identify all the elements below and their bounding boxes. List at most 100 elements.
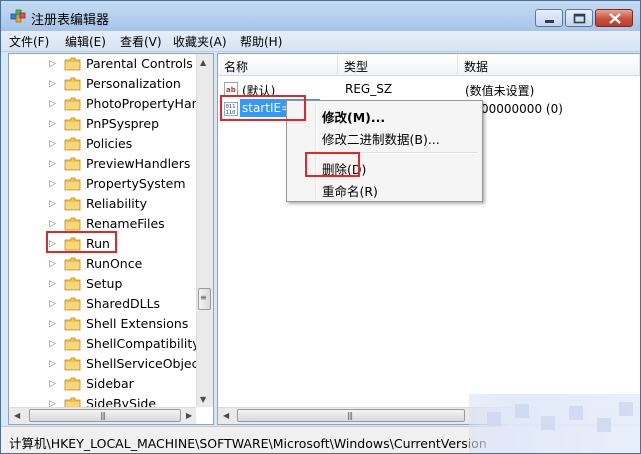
svg-text:ab: ab <box>226 86 236 94</box>
context-menu: 修改(M)... 修改二进制数据(B)... 删除(D) 重命名(R) <box>286 100 483 202</box>
tree-item-label: RenameFiles <box>86 216 165 231</box>
expand-arrow-icon[interactable]: ▷ <box>49 198 59 210</box>
menu-edit[interactable]: 编辑(E) <box>65 33 106 50</box>
tree-vertical-scrollbar[interactable] <box>196 54 213 407</box>
folder-icon <box>64 137 81 151</box>
folder-icon <box>64 317 81 331</box>
menu-favorites[interactable]: 收藏夹(A) <box>173 33 227 50</box>
tree-item-label: PnPSysprep <box>86 116 160 131</box>
folder-icon <box>64 117 81 131</box>
tree-item[interactable]: ▷ PreviewHandlers <box>9 154 197 174</box>
tree-item-label: Personalization <box>86 76 181 91</box>
tree-item[interactable]: ▷ PropertySystem <box>9 174 197 194</box>
value-data: (数值未设置) <box>465 84 535 98</box>
registry-editor-icon <box>10 8 26 24</box>
tree-item-label: Shell Extensions <box>86 316 189 331</box>
tree-item[interactable]: ▷ ShellServiceObjectI <box>9 354 207 374</box>
folder-icon <box>64 197 81 211</box>
tree-item-label: Policies <box>86 136 133 151</box>
tree-item-label: PropertySystem <box>86 176 186 191</box>
tree-item[interactable]: ▷ Sidebar <box>9 374 197 394</box>
maximize-button[interactable] <box>565 9 593 27</box>
expand-arrow-icon[interactable]: ▷ <box>49 158 59 170</box>
value-type: REG_SZ <box>345 82 393 96</box>
scroll-left-arrow[interactable]: ◀ <box>14 411 20 421</box>
tree-item-label: Reliability <box>86 196 148 211</box>
tree-item[interactable]: ▷ Shell Extensions <box>9 314 197 334</box>
string-value-icon: ab <box>224 82 238 96</box>
registry-editor-window: 注册表编辑器 文件(F) 编辑(E) 查看(V) 收藏夹(A) 帮助(H) ▷ P… <box>0 0 641 454</box>
expand-arrow-icon[interactable]: ▷ <box>49 338 59 350</box>
tree-item-label: PhotoPropertyHand <box>86 96 208 111</box>
folder-icon <box>64 257 81 271</box>
expand-arrow-icon[interactable]: ▷ <box>49 178 59 190</box>
tree-item[interactable]: ▷ RunOnce <box>9 254 197 274</box>
menu-view[interactable]: 查看(V) <box>120 33 162 50</box>
expand-arrow-icon[interactable]: ▷ <box>49 358 59 370</box>
scroll-right-arrow[interactable]: ▶ <box>186 411 192 421</box>
scroll-grip-icon: ≡ <box>200 293 207 302</box>
tree-item-label: ShellCompatibility <box>86 336 200 351</box>
folder-icon <box>64 157 81 171</box>
menu-item-modify[interactable]: 修改(M)... <box>289 104 480 126</box>
expand-arrow-icon[interactable]: ▷ <box>49 78 59 90</box>
tree-item[interactable]: ▷ PhotoPropertyHand <box>9 94 207 114</box>
tree-item[interactable]: ▷ PnPSysprep <box>9 114 197 134</box>
tree-item[interactable]: ▷ Policies <box>9 134 197 154</box>
folder-icon <box>64 377 81 391</box>
title-bar[interactable]: 注册表编辑器 <box>1 1 640 31</box>
expand-arrow-icon[interactable]: ▷ <box>49 278 59 290</box>
tree-item-label: PreviewHandlers <box>86 156 191 171</box>
window-title: 注册表编辑器 <box>31 13 110 28</box>
tree-item-label: ShellServiceObjectI <box>86 356 208 371</box>
startie-highlight-box <box>220 95 306 121</box>
expand-arrow-icon[interactable]: ▷ <box>49 138 59 150</box>
scroll-down-arrow[interactable]: ▼ <box>200 395 206 405</box>
column-header-type[interactable]: 类型 <box>338 54 458 76</box>
scroll-up-arrow[interactable]: ▲ <box>200 58 206 68</box>
expand-arrow-icon[interactable]: ▷ <box>49 98 59 110</box>
watermark <box>469 394 640 453</box>
expand-arrow-icon[interactable]: ▷ <box>49 298 59 310</box>
tree-item[interactable]: ▷ ShellCompatibility <box>9 334 200 354</box>
tree-item[interactable]: ▷ SharedDLLs <box>9 294 197 314</box>
tree-item[interactable]: ▷ Reliability <box>9 194 197 214</box>
tree-item[interactable]: ▷ Personalization <box>9 74 197 94</box>
folder-icon <box>64 177 81 191</box>
folder-icon <box>64 337 81 351</box>
tree-item-label: Sidebar <box>86 376 134 391</box>
close-button[interactable] <box>595 9 633 27</box>
column-header-name[interactable]: 名称 <box>218 54 338 76</box>
tree-item-label: Setup <box>86 276 123 291</box>
folder-icon <box>64 77 81 91</box>
menu-bar: 文件(F) 编辑(E) 查看(V) 收藏夹(A) 帮助(H) <box>1 31 640 52</box>
tree-item[interactable]: ▷ Setup <box>9 274 197 294</box>
folder-icon <box>64 297 81 311</box>
expand-arrow-icon[interactable]: ▷ <box>49 318 59 330</box>
folder-icon <box>64 277 81 291</box>
menu-item-rename[interactable]: 重命名(R) <box>289 178 480 200</box>
menu-file[interactable]: 文件(F) <box>9 33 49 50</box>
tree-item-label: RunOnce <box>86 256 143 271</box>
run-highlight-box <box>46 231 117 253</box>
expand-arrow-icon[interactable]: ▷ <box>49 58 59 70</box>
status-path: 计算机\HKEY_LOCAL_MACHINE\SOFTWARE\Microsof… <box>9 436 487 451</box>
expand-arrow-icon[interactable]: ▷ <box>49 378 59 390</box>
menu-item-modify-binary[interactable]: 修改二进制数据(B)... <box>289 126 480 148</box>
delete-highlight-box <box>305 152 360 177</box>
scroll-left-arrow[interactable]: ◀ <box>223 411 229 421</box>
value-data: 00000000 (0) <box>481 102 563 116</box>
tree-item[interactable]: ▷ Parental Controls <box>9 54 197 74</box>
expand-arrow-icon[interactable]: ▷ <box>49 258 59 270</box>
folder-icon <box>64 97 81 111</box>
folder-icon <box>64 357 81 371</box>
column-header-data[interactable]: 数据 <box>458 54 640 76</box>
scroll-grip-icon: ||| <box>347 411 353 420</box>
tree-item-label: SharedDLLs <box>86 296 161 311</box>
tree-item-label: Parental Controls <box>86 56 193 71</box>
expand-arrow-icon[interactable]: ▷ <box>49 118 59 130</box>
minimize-button[interactable] <box>535 9 563 27</box>
menu-help[interactable]: 帮助(H) <box>240 33 282 50</box>
expand-arrow-icon[interactable]: ▷ <box>49 218 59 230</box>
folder-icon <box>64 57 81 71</box>
